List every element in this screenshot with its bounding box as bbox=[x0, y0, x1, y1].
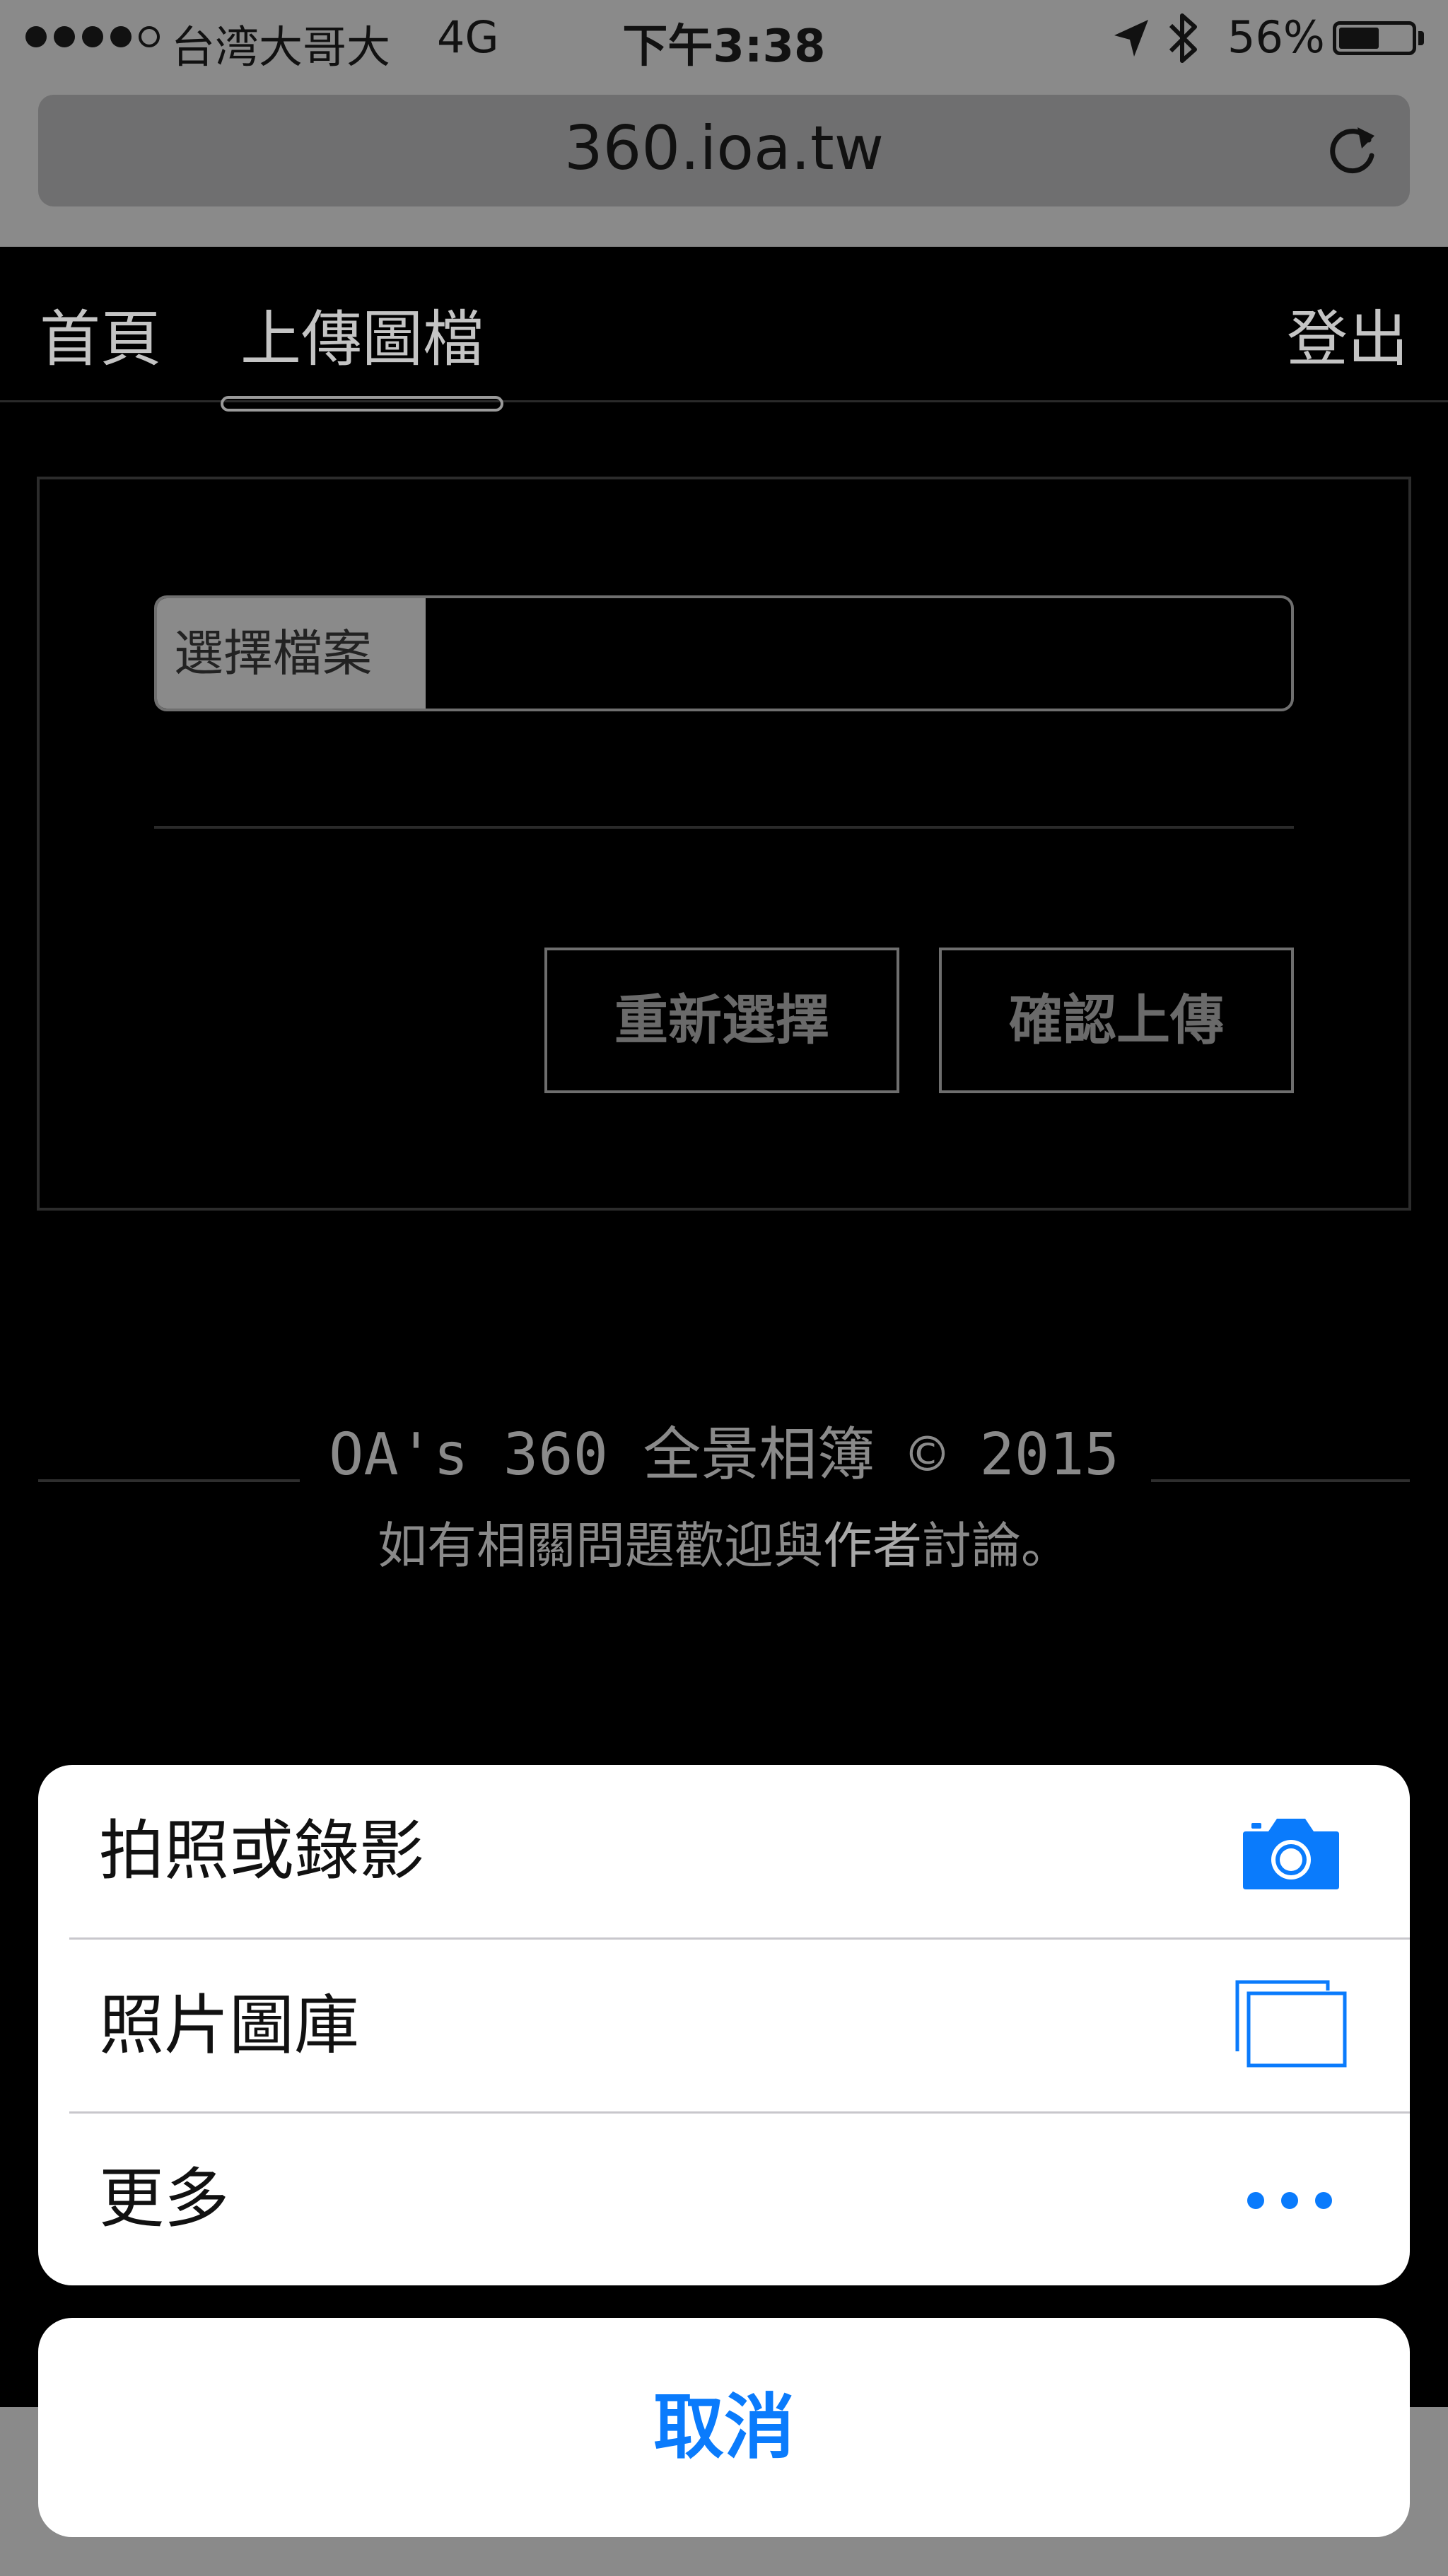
battery-icon bbox=[1333, 21, 1416, 55]
footer-note: 如有相關問題歡迎與作者討論。 bbox=[0, 1506, 1448, 1578]
location-arrow-icon bbox=[1114, 20, 1148, 57]
choose-file-button[interactable]: 選擇檔案 bbox=[157, 598, 426, 709]
action-take-photo-video[interactable]: 拍照或錄影 bbox=[38, 1765, 1410, 1937]
status-bar: 台湾大哥大 4G 下午3:38 56% bbox=[0, 0, 1448, 78]
confirm-upload-button[interactable]: 確認上傳 bbox=[939, 948, 1294, 1093]
action-label: 拍照或錄影 bbox=[99, 1813, 425, 1889]
active-tab-indicator bbox=[221, 396, 503, 412]
bluetooth-icon bbox=[1169, 13, 1197, 63]
upload-panel bbox=[37, 477, 1411, 1211]
logout-link[interactable]: 登出 bbox=[1287, 289, 1408, 378]
nav-item-home[interactable]: 首頁 bbox=[40, 289, 161, 378]
action-sheet: 拍照或錄影 照片圖庫 更多 bbox=[38, 1765, 1410, 2285]
reselect-button[interactable]: 重新選擇 bbox=[544, 948, 899, 1093]
footer-title: OA's 360 全景相簿 © 2015 bbox=[329, 1421, 1119, 1488]
cancel-button[interactable]: 取消 bbox=[38, 2318, 1410, 2537]
action-label: 更多 bbox=[99, 2161, 230, 2237]
battery-cap bbox=[1418, 31, 1424, 45]
author-link[interactable]: 作者 bbox=[823, 1517, 922, 1575]
divider bbox=[154, 826, 1294, 829]
photo-library-icon bbox=[1235, 1980, 1347, 2068]
battery-percentage: 56% bbox=[1227, 11, 1325, 63]
action-more[interactable]: 更多 bbox=[38, 2113, 1410, 2285]
more-dots-icon bbox=[1247, 2192, 1332, 2209]
footer-note-text-end: 討論。 bbox=[922, 1517, 1070, 1575]
nav-item-upload[interactable]: 上傳圖檔 bbox=[240, 289, 484, 378]
address-bar-url[interactable]: 360.ioa.tw bbox=[0, 113, 1448, 184]
action-photo-library[interactable]: 照片圖庫 bbox=[38, 1940, 1410, 2112]
footer-note-text: 如有相關問題歡迎與 bbox=[378, 1517, 823, 1575]
camera-icon bbox=[1243, 1819, 1339, 1889]
battery-level-fill bbox=[1339, 28, 1379, 49]
file-input[interactable]: 選擇檔案 bbox=[154, 595, 1294, 711]
action-label: 照片圖庫 bbox=[99, 1988, 360, 2063]
reload-icon[interactable] bbox=[1325, 119, 1382, 181]
page-nav: 首頁 上傳圖檔 登出 bbox=[0, 247, 1448, 402]
